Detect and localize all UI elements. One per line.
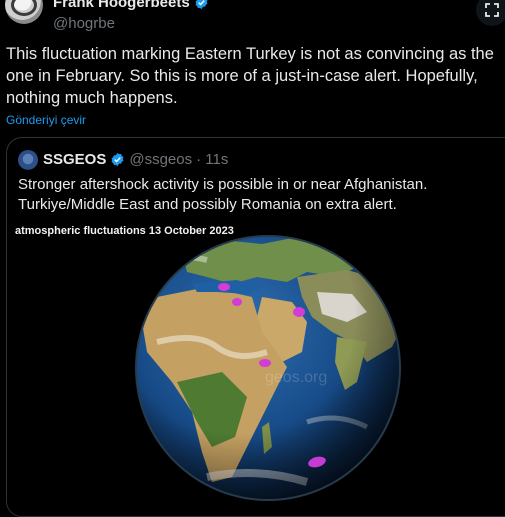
fluctuation-marker	[259, 359, 271, 367]
fluctuation-marker	[218, 283, 230, 291]
quoted-tweet-card[interactable]: SSGEOS @ssgeos · 11s Stronger aftershock…	[6, 137, 505, 517]
media-title: atmospheric fluctuations 13 October 2023	[15, 225, 234, 237]
fluctuation-marker	[232, 298, 242, 306]
tweet-text: This fluctuation marking Eastern Turkey …	[6, 45, 499, 107]
quote-text: Stronger aftershock activity is possible…	[18, 176, 428, 213]
expand-button[interactable]	[476, 0, 505, 26]
translate-post-link[interactable]: Gönderiyi çevir	[6, 113, 86, 127]
author-name-row: Frank Hoogerbeets	[53, 0, 209, 11]
verified-badge-icon	[111, 152, 124, 167]
fluctuation-marker	[293, 307, 305, 317]
author-avatar[interactable]	[5, 0, 43, 24]
quote-timestamp: · 11s	[196, 151, 229, 168]
media-watermark: geos.org	[265, 369, 327, 386]
author-display-name[interactable]: Frank Hoogerbeets	[53, 0, 190, 11]
expand-icon	[485, 3, 499, 17]
author-handle[interactable]: @hogrbe	[53, 15, 115, 32]
quote-handle: @ssgeos	[129, 151, 193, 168]
verified-badge-icon	[195, 0, 208, 10]
quote-media-image[interactable]: geos.org atmospheric fluctuations 13 Oct…	[7, 222, 505, 516]
quote-avatar	[18, 150, 38, 170]
quote-header: SSGEOS @ssgeos · 11s	[43, 151, 228, 168]
quote-display-name: SSGEOS	[43, 151, 107, 168]
globe-illustration: geos.org	[135, 235, 401, 501]
